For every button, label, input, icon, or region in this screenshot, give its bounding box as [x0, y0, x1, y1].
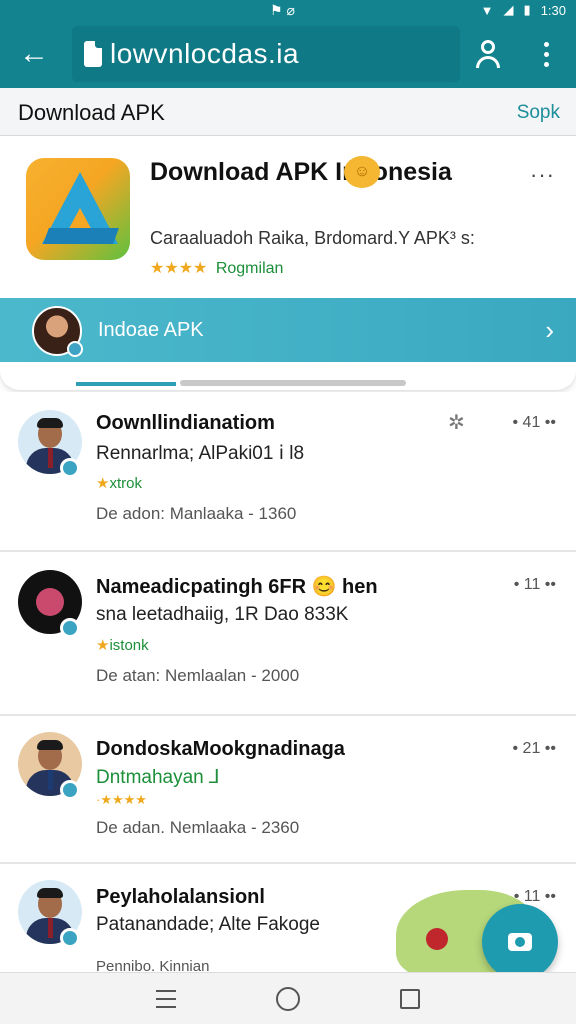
item-meta: De atan: Nemlaalan - 2000 — [96, 666, 300, 685]
banner-label: Indoae APK — [98, 319, 204, 341]
app-bar: ← lowvnlocdas.ia — [0, 20, 576, 88]
url-field[interactable]: lowvnlocdas.ia — [72, 26, 460, 82]
list-item[interactable]: Oownllindianatiom ✲ • 41 •• Rennarlma; A… — [0, 392, 576, 552]
section-title: Download APK — [18, 100, 165, 125]
signal-icon: ◢ — [503, 2, 514, 17]
rating-label: Rogmilan — [215, 260, 284, 277]
verified-badge-icon — [67, 341, 83, 357]
back-arrow-icon: ← — [19, 37, 49, 70]
carousel-indicator-active — [76, 382, 176, 386]
item-subtitle: sna leetadhaiig, 1R Dao 833K — [96, 604, 349, 625]
status-bar: ⚑ ⌀ ▼ ◢ ▮ 1:30 — [0, 0, 576, 20]
item-meta: De adon: Manlaaka - 1360 — [96, 504, 297, 523]
verified-badge-icon — [60, 458, 80, 478]
wifi-icon: ▼ — [480, 2, 494, 18]
user-icon-body — [476, 56, 500, 68]
account-button[interactable] — [468, 34, 508, 74]
rating-stars: ★ — [96, 637, 110, 654]
user-icon — [481, 40, 495, 54]
overflow-menu-button[interactable] — [530, 34, 562, 74]
status-right: ▼ ◢ ▮ 1:30 — [481, 2, 566, 18]
item-title: Peylaholalansionl — [96, 886, 265, 908]
menu-icon-line — [156, 998, 176, 1000]
rating-stars: ★★★★ — [150, 260, 208, 277]
menu-button[interactable] — [152, 985, 180, 1013]
avatar-hair — [37, 740, 63, 750]
item-meta: De adan. Nemlaaka - 2360 — [96, 818, 300, 837]
rating-stars: ·★★★★ — [96, 792, 147, 807]
featured-banner[interactable]: Indoae APK › — [0, 298, 576, 362]
status-left-icons: ⚑ ⌀ — [270, 2, 295, 18]
section-action-link[interactable]: Sopk — [517, 102, 560, 124]
recents-icon — [400, 989, 420, 1009]
chevron-right-icon: › — [545, 315, 554, 345]
featured-app-title: Download APK Indonesia — [150, 158, 452, 186]
menu-icon — [156, 990, 176, 992]
mascot-eye — [426, 928, 448, 950]
document-icon — [84, 41, 102, 67]
verified-badge-icon — [60, 928, 80, 948]
featured-app-rating: ★★★★ Rogmilan — [150, 258, 283, 278]
avatar-tie — [48, 448, 53, 468]
avatar-tie — [48, 918, 53, 938]
back-button[interactable]: ← — [14, 34, 54, 74]
item-rating: ·★★★★ — [96, 792, 147, 808]
battery-icon: ▮ — [523, 2, 531, 17]
item-rating: ★istonk — [96, 636, 149, 654]
recents-button[interactable] — [396, 985, 424, 1013]
item-count: • 21 •• — [512, 740, 557, 757]
verified-badge-icon — [60, 780, 80, 800]
item-subtitle: Rennarlma; AlPaki01 ⅰ l8 — [96, 443, 305, 464]
home-icon — [276, 987, 300, 1011]
smile-emoji-icon: ☺ — [344, 156, 380, 188]
featured-app-subtitle: Caraaluadoh Raika, Brdomard.Y APK³ s: — [150, 228, 475, 248]
avatar-hair — [37, 418, 63, 428]
status-time: 1:30 — [540, 2, 566, 18]
rating-stars: ★ — [96, 475, 110, 492]
more-vert-icon — [543, 41, 549, 47]
featured-more-button[interactable]: ··· — [530, 162, 555, 188]
list-item[interactable]: Nameadicpatingh 6FR 😊 hen • 11 •• sna le… — [0, 554, 576, 716]
home-button[interactable] — [274, 985, 302, 1013]
item-title: Nameadicpatingh 6FR 😊 hen — [96, 576, 378, 598]
carousel-indicator-track — [180, 380, 406, 386]
more-vert-dot — [543, 51, 549, 57]
url-text: lowvnlocdas.ia — [110, 38, 300, 69]
gear-icon[interactable]: ✲ — [448, 410, 465, 435]
rating-label: xtrok — [109, 475, 142, 492]
more-vert-dot — [543, 61, 549, 67]
item-title: Oownllindianatiom — [96, 412, 275, 434]
featured-app-card[interactable]: Download APK Indonesia ☺ ··· Caraaluadoh… — [0, 136, 576, 390]
system-nav-bar — [0, 972, 576, 1024]
section-header: Download APK Sopk — [0, 88, 576, 136]
rating-label: istonk — [109, 637, 149, 654]
logo-bar — [43, 228, 119, 244]
avatar — [32, 306, 83, 357]
carousel-indicator — [76, 380, 406, 386]
verified-badge-icon — [60, 618, 80, 638]
camera-icon — [508, 933, 532, 951]
menu-icon-line — [156, 1006, 176, 1008]
item-rating: ★xtrok — [96, 474, 142, 492]
avatar-tie — [48, 770, 53, 790]
avatar-hair — [37, 888, 63, 898]
item-subtitle: Patanandade; Alte Fakoge — [96, 914, 320, 935]
camera-fab-button[interactable] — [482, 904, 558, 980]
item-count: • 11 •• — [513, 576, 556, 593]
item-subtitle: Dntmahayan ⅃ — [96, 767, 220, 788]
item-title: DondoskaMookgnadinaga — [96, 738, 345, 760]
avatar-face — [36, 588, 64, 616]
item-count: • 41 •• — [512, 414, 557, 431]
list-item[interactable]: DondoskaMookgnadinaga • 21 •• Dntmahayan… — [0, 718, 576, 864]
app-logo-icon — [26, 158, 130, 260]
